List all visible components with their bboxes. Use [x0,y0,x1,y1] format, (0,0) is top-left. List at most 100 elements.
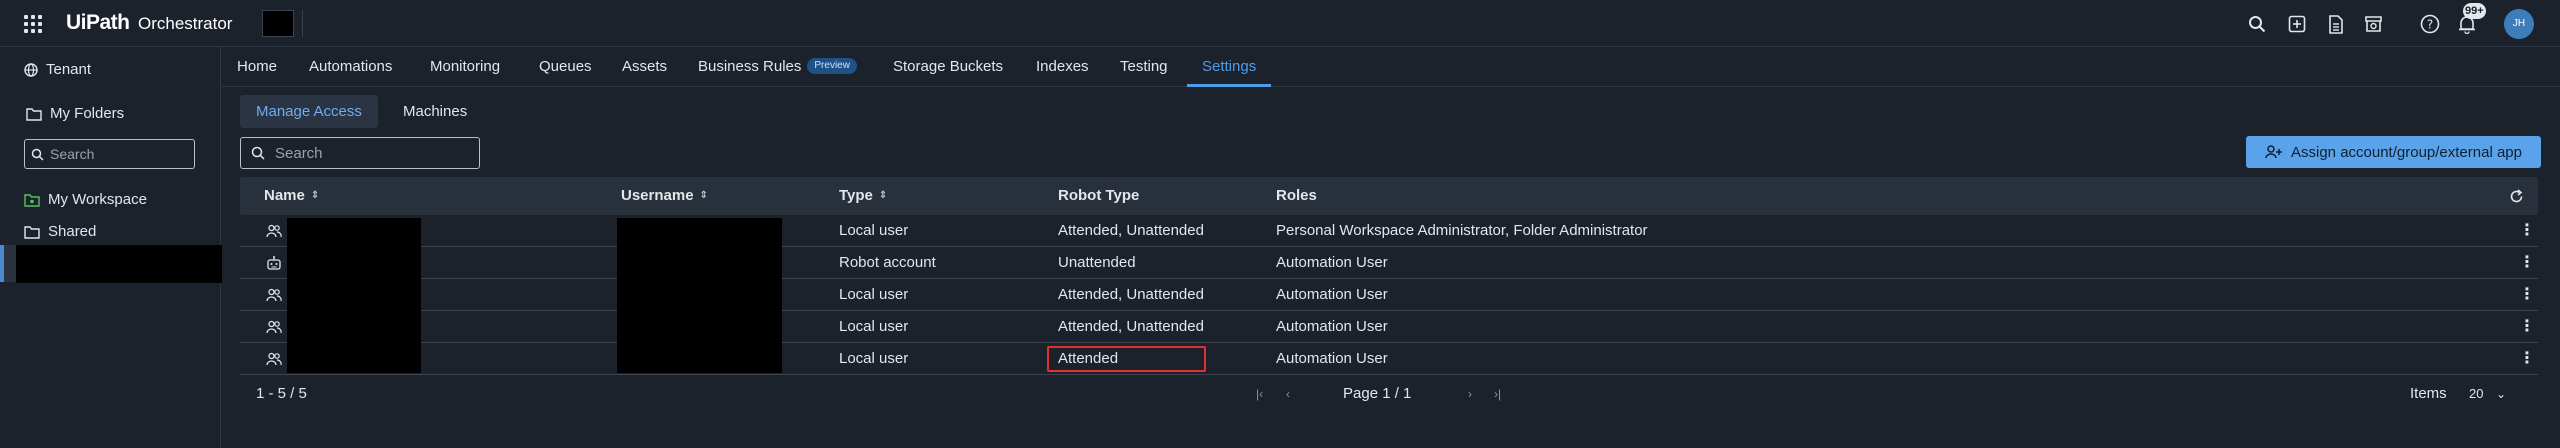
tenant-selector[interactable] [262,10,294,37]
uipath-logo[interactable]: UiPath [66,11,130,35]
top-bar: UiPath Orchestrator ? 99+ JH [0,0,2560,47]
table-row[interactable]: J Local user Attended, Unattended Person… [240,215,2538,247]
cell-roles: Automation User [1276,350,1388,367]
my-folders-label: My Folders [50,105,125,122]
cell-type: Robot account [839,254,936,271]
redacted-usernames [617,218,782,373]
cell-type: Local user [839,350,909,367]
cell-type: Local user [839,318,909,335]
chevron-down-icon[interactable]: ⌄ [2496,376,2506,412]
prev-page-icon[interactable]: ‹ [1286,376,1290,412]
selected-indicator [0,245,4,282]
sidebar-item-shared[interactable]: Shared [24,223,96,240]
subtab-manage-access[interactable]: Manage Access [240,95,378,128]
cell-roles: Automation User [1276,286,1388,303]
apps-grid-icon[interactable] [24,15,42,33]
folder-icon [26,107,42,121]
product-name: Orchestrator [138,14,233,33]
folder-icon [24,225,40,239]
table-header: Name ⇕ Username ⇕ Type ⇕ Robot Type Roles [240,177,2538,215]
table-row[interactable]: S Local user Attended Automation User ⋮ [240,343,2538,375]
tab-business-rules-label: Business Rules [698,58,802,75]
last-page-icon[interactable]: ›| [1494,376,1501,412]
tab-monitoring[interactable]: Monitoring [430,47,500,87]
more-options-icon[interactable]: ⋮ [2519,279,2535,311]
search-input[interactable]: Search [240,137,480,169]
globe-icon [24,62,38,77]
divider [302,10,303,37]
more-options-icon[interactable]: ⋮ [2519,215,2535,247]
add-icon[interactable] [2285,12,2309,36]
sidebar-search-input[interactable]: Search [24,139,195,169]
column-type[interactable]: Type ⇕ [839,177,887,215]
search-placeholder: Search [275,144,323,162]
table-row[interactable]: T Robot account Unattended Automation Us… [240,247,2538,279]
cell-robot-type: Attended, Unattended [1058,286,1204,303]
table-row[interactable]: J Local user Attended, Unattended Automa… [240,279,2538,311]
tab-automations[interactable]: Automations [309,47,392,87]
column-username[interactable]: Username ⇕ [621,177,708,215]
main-tabs: Home Automations Monitoring Queues Asset… [222,47,2560,87]
users-icon [266,288,282,302]
redacted-folder [16,245,222,283]
refresh-icon[interactable] [2509,177,2524,215]
preview-badge: Preview [807,58,857,75]
tenant-label: Tenant [46,61,92,78]
tenant-item[interactable]: Tenant [24,61,91,78]
subtab-machines[interactable]: Machines [387,95,483,128]
robot-icon [267,256,281,270]
workspace-folder-icon [24,193,40,207]
add-user-icon [2265,145,2282,159]
assign-account-button[interactable]: Assign account/group/external app [2246,136,2541,168]
table-row[interactable]: A Local user Attended, Unattended Automa… [240,311,2538,343]
cell-robot-type: Unattended [1058,254,1136,271]
sidebar-search-placeholder: Search [50,146,95,162]
row-range: 1 - 5 / 5 [256,385,307,402]
search-icon[interactable] [2245,12,2269,36]
sidebar-item-my-workspace[interactable]: My Workspace [24,191,147,208]
avatar[interactable]: JH [2504,9,2534,39]
more-options-icon[interactable]: ⋮ [2519,247,2535,279]
sidebar: Tenant My Folders Search My Workspace Sh… [0,47,222,448]
search-icon [251,146,265,160]
table-footer: 1 - 5 / 5 |‹ ‹ Page 1 / 1 › ›| Items 20 … [240,376,2538,412]
access-table: Name⇕ Username⇕ Type⇕ Robot Type Roles J… [240,177,2538,375]
help-icon[interactable]: ? [2418,12,2442,36]
sort-icon: ⇕ [878,190,888,202]
more-options-icon[interactable]: ⋮ [2519,311,2535,343]
more-options-icon[interactable]: ⋮ [2519,343,2535,375]
page-indicator: Page 1 / 1 [1343,385,1412,402]
sort-icon: ⇕ [699,190,708,202]
svg-text:?: ? [2427,18,2433,32]
cell-roles: Automation User [1276,318,1388,335]
tab-testing[interactable]: Testing [1120,47,1168,87]
cell-roles: Automation User [1276,254,1388,271]
users-icon [266,352,282,366]
first-page-icon[interactable]: |‹ [1256,376,1263,412]
cell-type: Local user [839,222,909,239]
next-page-icon[interactable]: › [1468,376,1472,412]
redacted-names [287,218,421,373]
highlight-annotation [1047,346,1206,372]
search-icon [31,148,44,161]
users-icon [266,320,282,334]
tab-home[interactable]: Home [237,47,277,87]
assign-button-label: Assign account/group/external app [2291,143,2522,161]
sidebar-item-label: My Workspace [48,191,147,208]
sort-icon: ⇕ [310,190,320,202]
tab-storage-buckets[interactable]: Storage Buckets [893,47,1003,87]
tab-queues[interactable]: Queues [539,47,592,87]
tab-assets[interactable]: Assets [622,47,667,87]
tab-business-rules[interactable]: Business Rules Preview [698,47,857,87]
tab-indexes[interactable]: Indexes [1036,47,1089,87]
column-roles: Roles [1276,187,1317,204]
document-icon[interactable] [2324,12,2348,36]
users-icon [266,224,282,238]
my-folders-item[interactable]: My Folders [26,105,124,122]
items-label: Items [2410,385,2447,402]
store-icon[interactable] [2361,12,2385,36]
notification-badge: 99+ [2463,3,2486,19]
tab-settings[interactable]: Settings [1187,47,1272,87]
items-per-page-select[interactable]: 20 [2469,376,2483,412]
column-name[interactable]: Name ⇕ [264,177,319,215]
